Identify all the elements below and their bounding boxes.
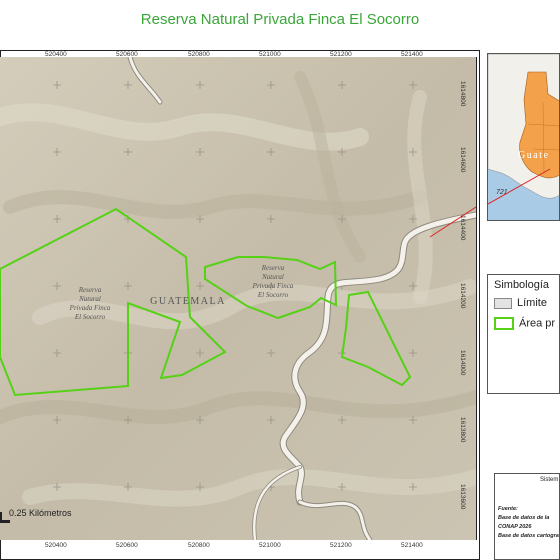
reserve-label-west-1: Reserva [78, 286, 102, 294]
legend-item-area: Área pr [494, 317, 555, 330]
reserve-label-west-4: El Socorro [74, 313, 106, 321]
legend-label: Área pr [519, 317, 556, 330]
top-tick: 520800 [188, 51, 210, 58]
reserve-label-west-3: Privada Finca [69, 304, 111, 312]
legend-title: Simbología [494, 279, 550, 291]
right-tick: 1614200 [459, 283, 466, 309]
inset-number-label: 721 [496, 189, 508, 196]
right-tick: 1613600 [459, 484, 466, 510]
reserve-label-central-2: Natural [261, 273, 284, 281]
source-title: Fuente: [498, 506, 518, 512]
legend: Simbología Límite Área pr [487, 274, 560, 394]
top-tick: 520400 [45, 51, 67, 58]
reserve-label-west-2: Natural [78, 295, 101, 303]
right-tick: 1614000 [459, 350, 466, 376]
legend-label: Límite [517, 297, 547, 309]
map-title: Reserva Natural Privada Finca El Socorro [140, 11, 420, 28]
map-canvas[interactable]: Reserva Natural Privada Finca El Socorro… [0, 57, 477, 540]
source-box: Sistem Fuente: Base de datos de la CONAP… [494, 473, 560, 560]
top-tick: 521400 [401, 51, 423, 58]
scale-bar [0, 520, 10, 523]
source-line: Base de datos cartogra [498, 533, 559, 539]
area-swatch [494, 317, 514, 330]
source-line: Base de datos de la [498, 515, 550, 521]
reserve-label-central-4: El Socorro [257, 291, 289, 299]
right-tick: 1613800 [459, 417, 466, 443]
bottom-tick: 521200 [330, 542, 352, 549]
country-label: GUATEMALA [150, 296, 226, 307]
map-svg: Reserva Natural Privada Finca El Socorro… [0, 57, 476, 540]
bottom-tick: 521000 [259, 542, 281, 549]
bottom-tick: 520800 [188, 542, 210, 549]
top-tick: 520600 [116, 51, 138, 58]
system-label: Sistem [540, 477, 559, 483]
inset-country-label: Guate [518, 150, 549, 161]
scale-label: 0.25 Kilómetros [9, 508, 72, 518]
legend-item-limit: Límite [494, 297, 547, 309]
right-tick: 1614400 [459, 215, 466, 241]
right-tick: 1614800 [459, 81, 466, 107]
limit-swatch [494, 297, 512, 309]
top-tick: 521000 [259, 51, 281, 58]
reserve-label-central-3: Privada Finca [252, 282, 294, 290]
reserve-label-central-1: Reserva [261, 264, 285, 272]
bottom-tick: 520600 [116, 542, 138, 549]
locator-inset: Guate 721 [487, 53, 560, 221]
source-line: CONAP 2026 [498, 524, 532, 530]
bottom-tick: 520400 [45, 542, 67, 549]
bottom-tick: 521400 [401, 542, 423, 549]
right-tick: 1614600 [459, 147, 466, 173]
top-tick: 521200 [330, 51, 352, 58]
inset-map: Guate 721 [488, 54, 559, 220]
